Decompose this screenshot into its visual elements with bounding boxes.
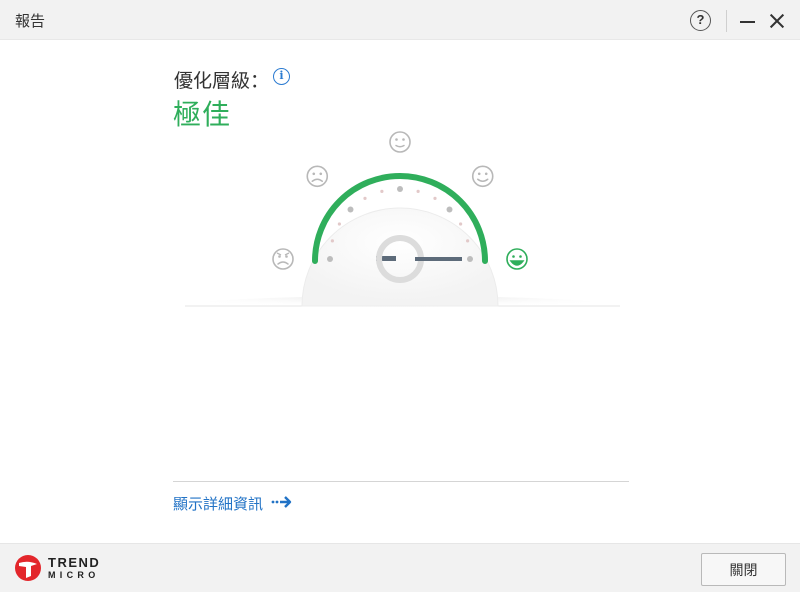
- happy-face-icon: [506, 248, 528, 270]
- show-details-label: 顯示詳細資訊: [173, 495, 264, 513]
- content-face-icon: [471, 165, 494, 188]
- close-window-button[interactable]: [767, 10, 787, 32]
- gauge-minor-tick: [433, 196, 437, 200]
- minimize-button[interactable]: [739, 10, 757, 32]
- help-icon[interactable]: ?: [690, 10, 711, 31]
- gauge-major-tick: [446, 206, 453, 213]
- gauge-minor-tick: [416, 189, 420, 193]
- gauge-minor-tick: [363, 196, 367, 200]
- trend-micro-wordmark: TREND MICRO: [48, 556, 100, 580]
- angry-face-icon: [272, 248, 294, 270]
- gauge-minor-tick: [330, 239, 334, 243]
- title-bar: 報告 ?: [0, 0, 800, 40]
- content-divider: [173, 481, 629, 482]
- gauge-minor-tick: [380, 189, 384, 193]
- gauge-major-tick: [467, 256, 473, 262]
- info-icon[interactable]: i: [273, 68, 290, 85]
- show-details-link[interactable]: 顯示詳細資訊: [173, 493, 293, 514]
- gauge-minor-tick: [337, 222, 341, 226]
- gauge-major-tick: [397, 186, 403, 192]
- gauge-minor-tick: [466, 239, 470, 243]
- optimization-level-label: 優化層級：: [174, 70, 270, 92]
- trend-micro-logo: TREND MICRO: [14, 554, 100, 582]
- gauge-major-tick: [327, 256, 333, 262]
- arrow-right-icon: [271, 495, 293, 513]
- gauge-graphic: [185, 131, 620, 316]
- window-title: 報告: [15, 12, 46, 30]
- gauge-major-tick: [347, 206, 354, 213]
- sad-face-icon: [306, 165, 329, 188]
- optimization-gauge: [180, 125, 630, 316]
- gauge-needle: [415, 257, 462, 261]
- logo-line-1: TREND: [48, 555, 101, 570]
- trend-micro-logo-icon: [15, 555, 41, 581]
- neutral-face-icon: [389, 131, 411, 153]
- footer-bar: TREND MICRO 關閉: [0, 543, 800, 592]
- title-bar-divider: [726, 10, 727, 32]
- logo-line-2: MICRO: [48, 570, 100, 580]
- gauge-minor-tick: [459, 222, 463, 226]
- close-button[interactable]: 關閉: [701, 553, 786, 586]
